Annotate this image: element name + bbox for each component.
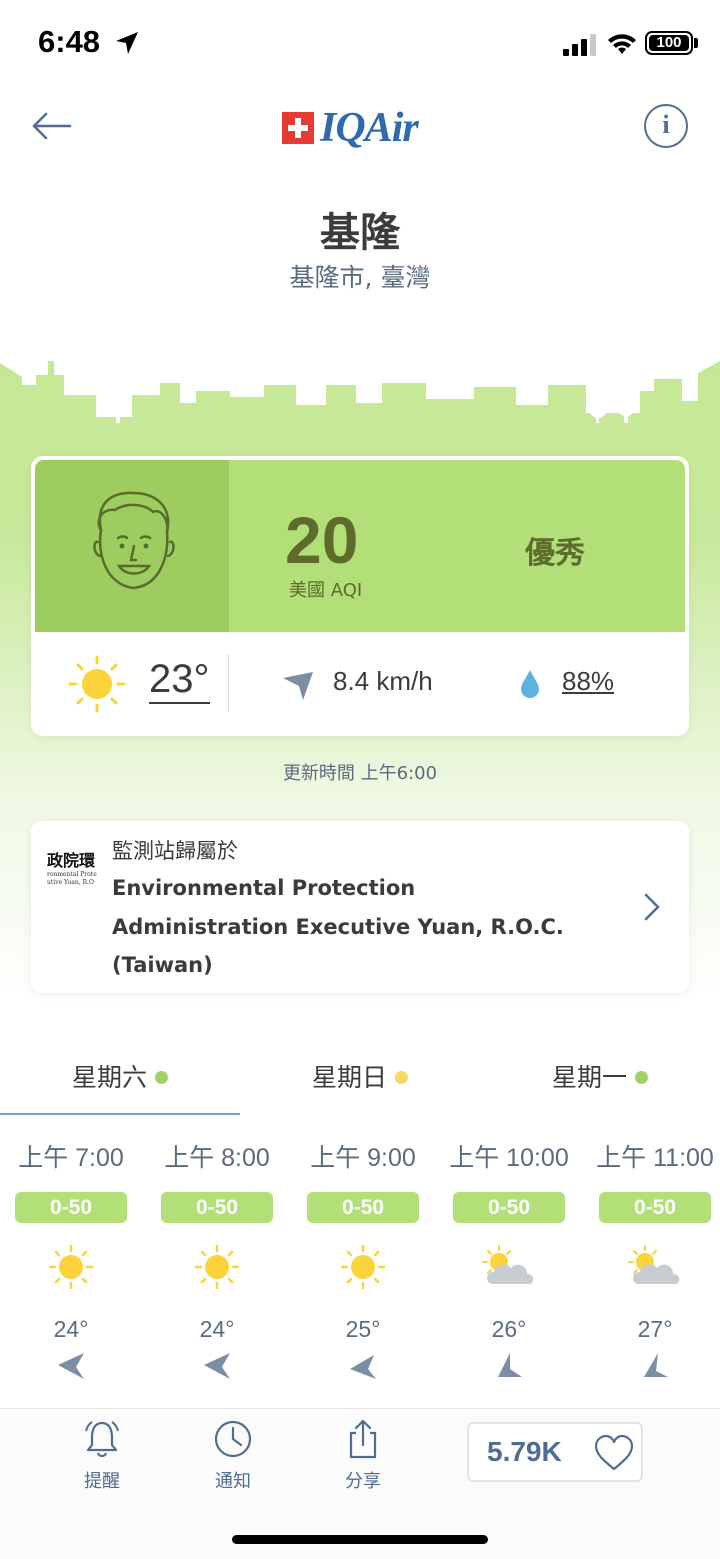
wind-direction-icon [644,1353,668,1377]
hour-aqi-badge: 0-50 [599,1192,711,1223]
logo-text: IQAir [320,105,419,151]
hour-temperature: 26° [491,1316,527,1342]
hour-temperature: 24° [53,1316,89,1342]
humidity-drop-icon [521,670,539,698]
hour-aqi-badge: 0-50 [15,1192,127,1223]
epa-logo: 政院環 ronmental Prote utive Yuan, R.O [47,847,99,887]
partly-cloudy-icon [482,1245,534,1284]
like-button[interactable]: 5.79K [467,1422,643,1482]
aqi-summary: 20 美國 AQI 優秀 [35,460,685,632]
tab-status-dot [155,1071,168,1084]
humidity-value[interactable]: 88% [562,666,614,697]
hourly-item: 上午 11:00 0-50 27° [582,1140,720,1387]
cellular-signal-icon [563,34,596,56]
like-count: 5.79K [487,1436,562,1467]
hour-temperature: 25° [345,1316,381,1342]
divider [228,654,229,712]
share-label: 分享 [345,1471,381,1492]
aqi-status: 優秀 [525,536,585,571]
station-name: Environmental Protection Administration … [112,869,612,985]
active-tab-indicator [0,1113,240,1115]
hour-time: 上午 8:00 [164,1144,270,1172]
tab-label: 星期六 [71,1063,147,1092]
hourly-item: 上午 7:00 0-50 24° [0,1140,144,1387]
notify-button[interactable]: 通知 [193,1419,273,1493]
home-indicator [232,1535,488,1544]
status-bar: 6:48 100 [0,0,720,90]
station-name-line-3: (Taiwan) [112,953,213,977]
share-icon [349,1419,377,1459]
aqi-card[interactable]: 20 美國 AQI 優秀 23° 8.4 km/h 88% [31,456,689,736]
hour-time: 上午 11:00 [596,1144,714,1172]
aqi-unit-label: 美國 AQI [289,580,363,601]
station-title: 監測站歸屬於 [112,839,238,863]
heart-icon [594,1434,634,1471]
swiss-flag-icon [282,112,314,144]
current-weather-row: 23° 8.4 km/h 88% [31,632,689,736]
sun-icon [194,1244,240,1290]
wind-direction-icon [58,1353,84,1379]
hour-aqi-badge: 0-50 [453,1192,565,1223]
tab-saturday[interactable]: 星期六 [0,1050,240,1116]
back-arrow-icon[interactable] [30,108,74,144]
info-button[interactable]: i [644,104,688,148]
iqair-logo: IQAir [282,104,442,152]
hour-aqi-badge: 0-50 [161,1192,273,1223]
hourly-item: 上午 9:00 0-50 25° [290,1140,436,1387]
tab-label: 星期一 [551,1063,627,1092]
epa-logo-subtext-2: utive Yuan, R.O [47,879,94,886]
notify-label: 通知 [215,1471,251,1492]
aqi-face-panel [35,460,229,632]
clock-icon [214,1420,252,1458]
alert-label: 提醒 [84,1471,120,1492]
bell-icon [85,1421,119,1458]
city-name: 基隆 [320,210,400,256]
tab-status-dot [395,1071,408,1084]
sun-icon [48,1244,94,1290]
wifi-icon [608,34,636,54]
wind-direction-icon [350,1355,376,1379]
station-name-line-1: Environmental Protection [112,876,416,900]
region-name: 基隆市, 臺灣 [289,263,431,292]
wind-direction-icon [283,672,313,700]
station-card[interactable]: 政院環 ronmental Prote utive Yuan, R.O 監測站歸… [31,821,689,993]
battery-nub [694,38,698,48]
hour-time: 上午 10:00 [449,1144,569,1172]
hourly-item: 上午 10:00 0-50 26° [436,1140,582,1387]
hour-temperature: 27° [637,1316,673,1342]
chevron-right-icon [644,893,660,921]
sun-icon [340,1244,386,1290]
hour-time: 上午 9:00 [310,1144,416,1172]
battery-icon: 100 [645,31,693,55]
hour-time: 上午 7:00 [18,1144,124,1172]
hour-aqi-badge: 0-50 [307,1192,419,1223]
tab-status-dot [635,1071,648,1084]
tab-sunday[interactable]: 星期日 [240,1050,480,1116]
aqi-value: 20 [285,503,359,577]
status-time: 6:48 [38,24,101,59]
bottom-toolbar: 提醒 通知 分享 5.79K [0,1408,720,1559]
current-temperature[interactable]: 23° [149,658,210,704]
battery-level: 100 [649,35,689,51]
tab-label: 星期日 [311,1063,387,1092]
smiling-face-icon [93,491,175,590]
hourly-item: 上午 8:00 0-50 24° [144,1140,290,1387]
share-button[interactable]: 分享 [323,1419,403,1493]
wind-speed: 8.4 km/h [333,666,433,696]
hour-temperature: 24° [199,1316,235,1342]
partly-cloudy-icon [628,1245,680,1284]
epa-logo-subtext-1: ronmental Prote [47,871,97,878]
station-name-line-2: Administration Executive Yuan, R.O.C. [112,914,564,939]
epa-logo-text: 政院環 [47,851,96,870]
wind-direction-icon [498,1353,522,1377]
location-arrow-icon [116,32,138,54]
day-tabs: 星期六 星期日 星期一 [0,1050,720,1116]
sun-icon [68,655,126,713]
alert-button[interactable]: 提醒 [62,1419,142,1493]
tab-monday[interactable]: 星期一 [480,1050,720,1116]
updated-time: 更新時間 上午6:00 [282,763,438,784]
wind-direction-icon [204,1353,230,1379]
hourly-forecast[interactable]: 上午 7:00 0-50 24° 上午 8:00 0-50 24° 上午 9:0… [0,1140,720,1410]
